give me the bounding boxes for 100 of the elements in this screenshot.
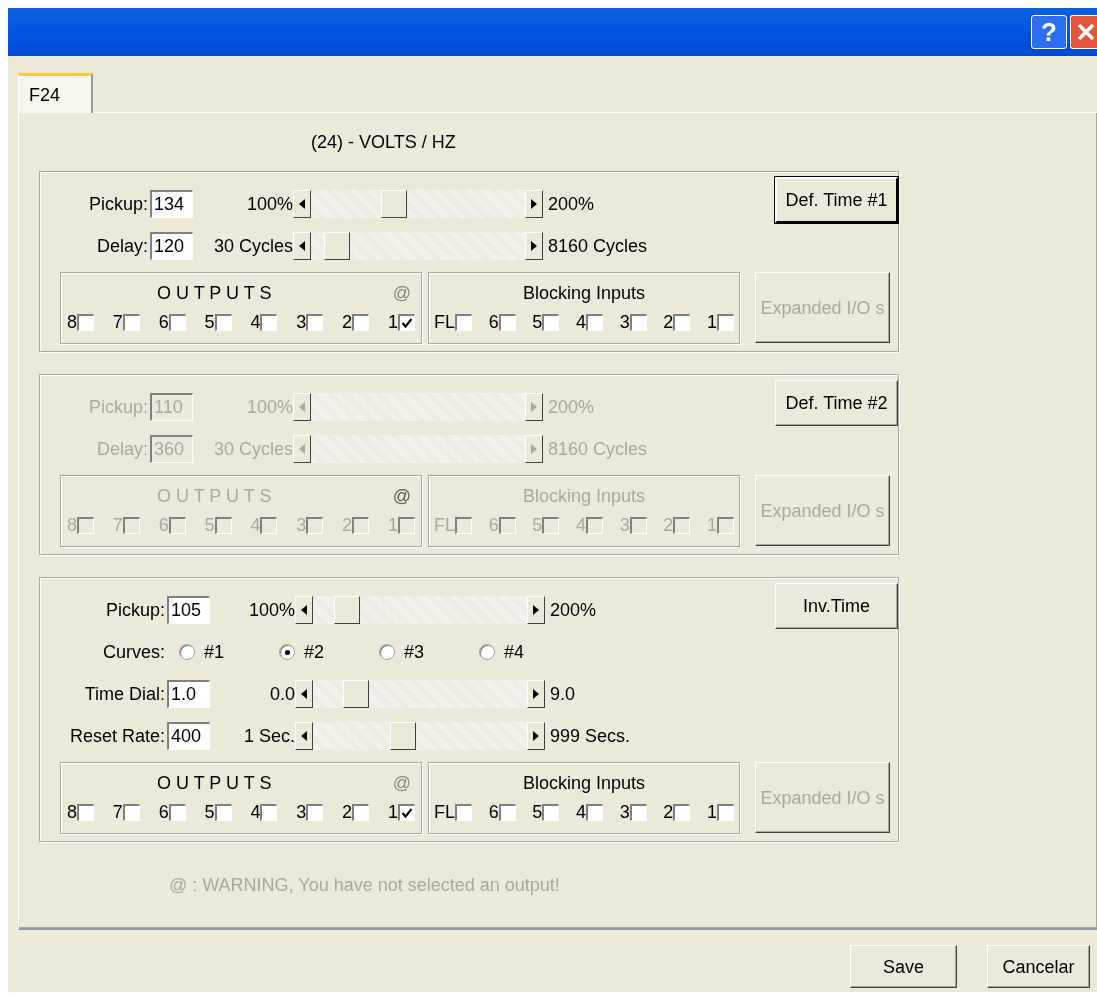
checkbox-label: 5 — [532, 516, 543, 534]
field-label: Delay: — [95, 237, 148, 255]
checkbox[interactable] — [122, 313, 140, 331]
checkbox-label: 6 — [158, 516, 169, 534]
dialog-button[interactable]: Cancelar — [987, 945, 1090, 988]
slider-thumb[interactable] — [343, 680, 370, 708]
checkbox[interactable] — [214, 803, 232, 821]
checkbox-label: 6 — [488, 313, 499, 331]
scroll-right-button[interactable] — [525, 190, 543, 218]
checkbox[interactable] — [455, 313, 472, 331]
checkbox-label: 2 — [663, 516, 674, 534]
checkbox-label: 1 — [706, 516, 717, 534]
scroll-left-button[interactable] — [293, 190, 311, 218]
range-min-label: 0.0 — [268, 685, 295, 703]
checkbox-label: 1 — [387, 313, 398, 331]
checkbox-label: 2 — [342, 516, 353, 534]
checkbox-label: 5 — [204, 313, 215, 331]
input-field[interactable]: 120 — [150, 232, 193, 260]
scroll-right-button[interactable] — [527, 680, 545, 708]
range-max-label: 200% — [548, 398, 595, 416]
checkbox[interactable] — [77, 313, 94, 331]
checkbox-label: FL — [434, 803, 455, 821]
help-button[interactable]: ? — [1031, 15, 1067, 49]
slider-thumb[interactable] — [380, 190, 407, 218]
checkbox[interactable] — [498, 313, 516, 331]
checkbox[interactable] — [397, 803, 415, 821]
group-title: Blocking Inputs — [522, 487, 646, 505]
group-title: O U T P U T S — [157, 487, 272, 505]
checkbox-label: 5 — [204, 803, 215, 821]
field-label: Pickup: — [104, 601, 165, 619]
slider-thumb[interactable] — [324, 232, 351, 260]
scroll-left-button[interactable] — [295, 722, 313, 750]
radio-button[interactable] — [379, 644, 395, 660]
radio-label: #1 — [204, 643, 225, 661]
checkbox-label: 3 — [296, 803, 307, 821]
checkbox[interactable] — [306, 313, 324, 331]
checkbox[interactable] — [306, 803, 324, 821]
checkbox-label: 4 — [575, 516, 586, 534]
checkbox-label: 3 — [296, 516, 307, 534]
checkbox[interactable] — [260, 803, 278, 821]
checkbox[interactable] — [352, 803, 370, 821]
left-triangle-icon — [299, 199, 305, 209]
checkbox[interactable] — [498, 803, 516, 821]
checkbox[interactable] — [77, 803, 94, 821]
checkbox[interactable] — [397, 313, 415, 331]
tab[interactable]: F24 — [18, 73, 93, 113]
checkbox[interactable] — [586, 803, 603, 821]
dialog-button[interactable]: Save — [850, 945, 957, 988]
scroll-left-button[interactable] — [293, 232, 311, 260]
input-field[interactable]: 105 — [167, 596, 210, 624]
checkbox[interactable] — [260, 313, 278, 331]
mode-button[interactable]: Inv.Time — [775, 583, 898, 629]
checkbox[interactable] — [629, 313, 647, 331]
radio-button[interactable] — [479, 644, 495, 660]
checkbox-label: 7 — [112, 516, 123, 534]
input-field[interactable]: 1.0 — [167, 680, 210, 708]
left-triangle-icon — [301, 689, 307, 699]
checkbox[interactable] — [586, 313, 603, 331]
scroll-right-button[interactable] — [525, 232, 543, 260]
checkbox[interactable] — [122, 803, 140, 821]
checkbox[interactable] — [716, 313, 734, 331]
radio-button[interactable] — [279, 644, 295, 660]
checkbox-label: 4 — [575, 803, 586, 821]
checkbox[interactable] — [716, 803, 734, 821]
close-button[interactable] — [1070, 15, 1097, 49]
scroll-left-button[interactable] — [295, 596, 313, 624]
group-title: O U T P U T S — [157, 774, 272, 792]
checkbox[interactable] — [673, 313, 691, 331]
range-max-label: 9.0 — [550, 685, 576, 703]
radio-button[interactable] — [179, 644, 195, 660]
checkbox[interactable] — [542, 803, 560, 821]
scroll-right-button[interactable] — [527, 722, 545, 750]
range-max-label: 999 Secs. — [550, 727, 631, 745]
scroll-right-button[interactable] — [527, 596, 545, 624]
checkbox-label: 6 — [488, 516, 499, 534]
slider-thumb[interactable] — [333, 596, 360, 624]
checkbox-label: FL — [434, 313, 455, 331]
checkbox[interactable] — [673, 803, 691, 821]
mode-button[interactable]: Def. Time #1 — [775, 177, 898, 223]
checkbox-label: 4 — [250, 803, 261, 821]
checkbox[interactable] — [168, 313, 186, 331]
input-field[interactable]: 134 — [150, 190, 193, 218]
range-max-label: 8160 Cycles — [548, 237, 648, 255]
checkbox[interactable] — [168, 803, 186, 821]
checkbox-label: 6 — [158, 313, 169, 331]
checkbox[interactable] — [629, 803, 647, 821]
checkbox-label: 6 — [488, 803, 499, 821]
range-max-label: 200% — [548, 195, 595, 213]
checkbox-label: 3 — [296, 313, 307, 331]
checkbox[interactable] — [214, 313, 232, 331]
checkbox[interactable] — [352, 313, 370, 331]
range-max-label: 8160 Cycles — [548, 440, 648, 458]
checkbox-label: 7 — [112, 803, 123, 821]
input-field[interactable]: 400 — [167, 722, 210, 750]
scroll-left-button[interactable] — [295, 680, 313, 708]
checkbox[interactable] — [542, 313, 560, 331]
checkbox-label: 2 — [342, 803, 353, 821]
checkbox-label: 3 — [619, 516, 630, 534]
slider-thumb[interactable] — [390, 722, 417, 750]
checkbox[interactable] — [455, 803, 472, 821]
